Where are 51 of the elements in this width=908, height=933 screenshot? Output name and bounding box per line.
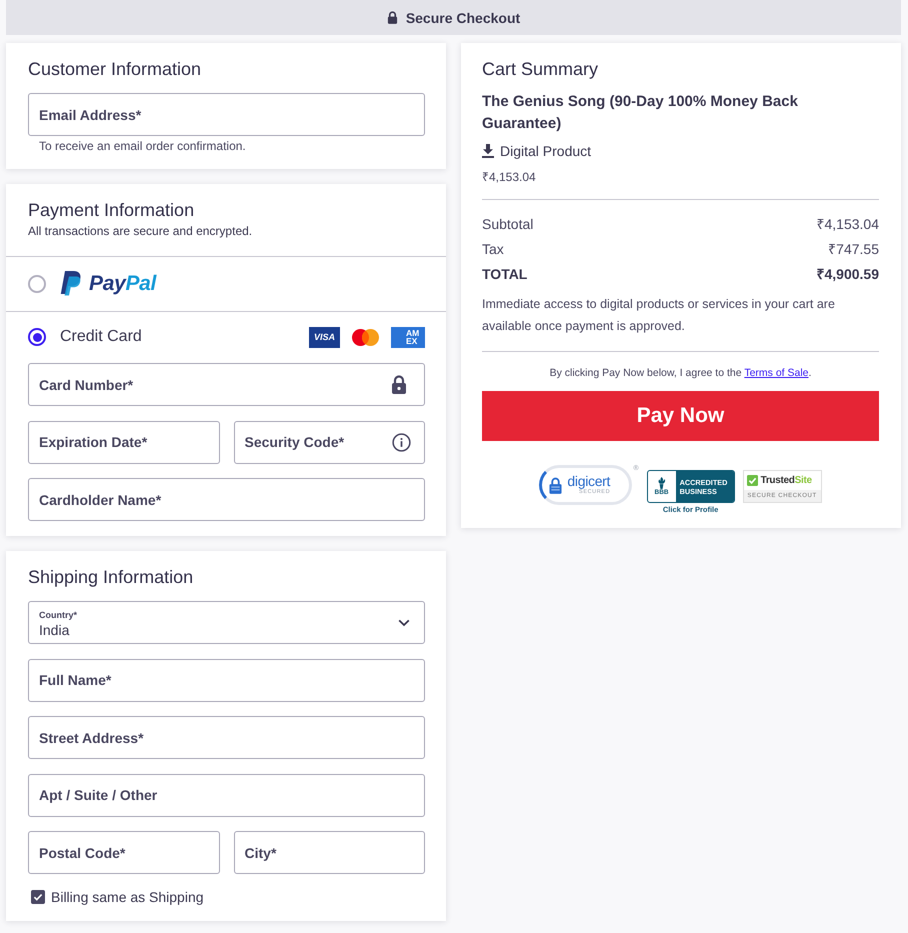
input-field[interactable]: Apt / Suite / Other bbox=[28, 774, 425, 816]
amex-logo: AM EX bbox=[391, 326, 425, 348]
input-field[interactable]: City* bbox=[234, 831, 425, 874]
terms-link[interactable]: Terms of Sale bbox=[744, 367, 809, 379]
summary-label: Tax bbox=[482, 240, 504, 259]
summary-label: TOTAL bbox=[482, 265, 528, 284]
paypal-wordmark: PayPal bbox=[89, 272, 156, 296]
chevron-down-icon bbox=[398, 618, 410, 626]
visa-logo: VISA bbox=[309, 326, 340, 348]
input-field[interactable]: Cardholder Name* bbox=[28, 478, 425, 521]
padlock-icon bbox=[549, 476, 562, 494]
section-title: Shipping Information bbox=[28, 566, 194, 588]
padlock-icon bbox=[391, 375, 407, 394]
section-title: Cart Summary bbox=[482, 58, 600, 80]
terms-notice: By clicking Pay Now below, I agree to the Terms of Sale. bbox=[548, 366, 812, 381]
country-select[interactable]: Country* India bbox=[28, 601, 425, 644]
section-title: Payment Information bbox=[28, 199, 196, 221]
section-subtitle: All transactions are secure and encrypted. bbox=[28, 223, 254, 239]
mastercard-icon bbox=[350, 326, 381, 348]
check-icon bbox=[746, 475, 758, 486]
download-icon bbox=[482, 144, 494, 158]
product-price: ₹4,153.04 bbox=[482, 169, 537, 185]
input-field[interactable]: Expiration Date* bbox=[28, 420, 220, 464]
input-field[interactable]: Card Number* bbox=[28, 363, 425, 406]
summary-amount: ₹747.55 bbox=[828, 240, 879, 259]
radio-button[interactable] bbox=[28, 328, 46, 346]
seal-name: digicert bbox=[567, 474, 610, 489]
payment-option-label[interactable]: Credit Card bbox=[60, 328, 142, 346]
section-title: Customer Information bbox=[28, 58, 202, 80]
summary-amount: ₹4,900.59 bbox=[816, 265, 879, 284]
seal-name: TrustedSite bbox=[760, 475, 812, 486]
access-note: Immediate access to digital products or services in your cart are available once payment is approved. bbox=[482, 296, 836, 335]
padlock-icon bbox=[386, 11, 398, 24]
pay-now-button[interactable]: Pay Now bbox=[482, 391, 879, 441]
input-field[interactable]: Full Name* bbox=[28, 658, 425, 702]
checkbox-label[interactable]: Billing same as Shipping bbox=[51, 889, 204, 905]
radio-button[interactable] bbox=[28, 275, 46, 293]
product-name: The Genius Song (90-Day 100% Money Back Guarantee) bbox=[482, 92, 799, 134]
info-icon[interactable] bbox=[392, 432, 411, 452]
input-field[interactable]: Security Code* bbox=[234, 420, 425, 464]
input-field[interactable]: Postal Code* bbox=[28, 831, 220, 874]
summary-amount: ₹4,153.04 bbox=[816, 215, 879, 234]
p-monogram-icon bbox=[60, 271, 82, 297]
input-field[interactable]: Street Address* bbox=[28, 716, 425, 759]
torch-icon bbox=[657, 476, 666, 488]
input-field[interactable]: Email Address* bbox=[28, 93, 425, 136]
field-hint: To receive an email order confirmation. bbox=[38, 138, 247, 154]
checkbox[interactable] bbox=[31, 890, 45, 904]
product-type: Digital Product bbox=[500, 142, 592, 160]
page-title: Secure Checkout bbox=[406, 10, 520, 26]
summary-label: Subtotal bbox=[482, 215, 534, 234]
